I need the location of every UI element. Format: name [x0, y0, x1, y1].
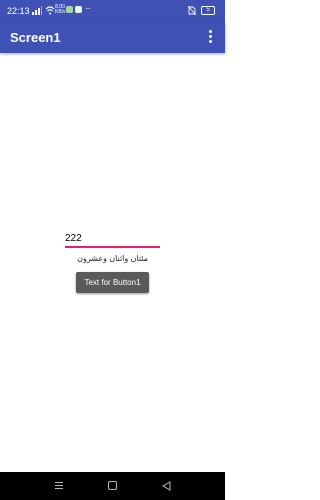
more-vert-icon[interactable] — [204, 28, 218, 46]
status-bar: 22:13 8.00 KB/s ··· 5 — [0, 0, 225, 22]
wifi-icon — [45, 6, 55, 15]
signal-icon — [32, 6, 42, 15]
notification-app-icon — [66, 6, 73, 13]
button1[interactable]: Text for Button1 — [76, 272, 149, 293]
network-speed: 8.00 KB/s — [55, 5, 66, 15]
result-label: مئتان واثنان وعشرون — [77, 254, 148, 263]
status-time: 22:13 — [7, 6, 30, 16]
no-sim-icon — [188, 6, 196, 15]
navigation-bar — [0, 472, 225, 500]
battery-icon: 5 — [201, 6, 215, 15]
menu-icon[interactable] — [55, 481, 63, 490]
app-bar: Screen1 — [0, 22, 225, 53]
back-icon[interactable] — [162, 481, 171, 491]
notification-leaf-icon — [75, 6, 82, 13]
home-icon[interactable] — [108, 481, 117, 490]
more-notifications-icon: ··· — [85, 4, 91, 13]
network-speed-unit: KB/s — [55, 9, 66, 15]
screen-title: Screen1 — [10, 30, 61, 45]
number-text-input[interactable] — [65, 232, 160, 248]
